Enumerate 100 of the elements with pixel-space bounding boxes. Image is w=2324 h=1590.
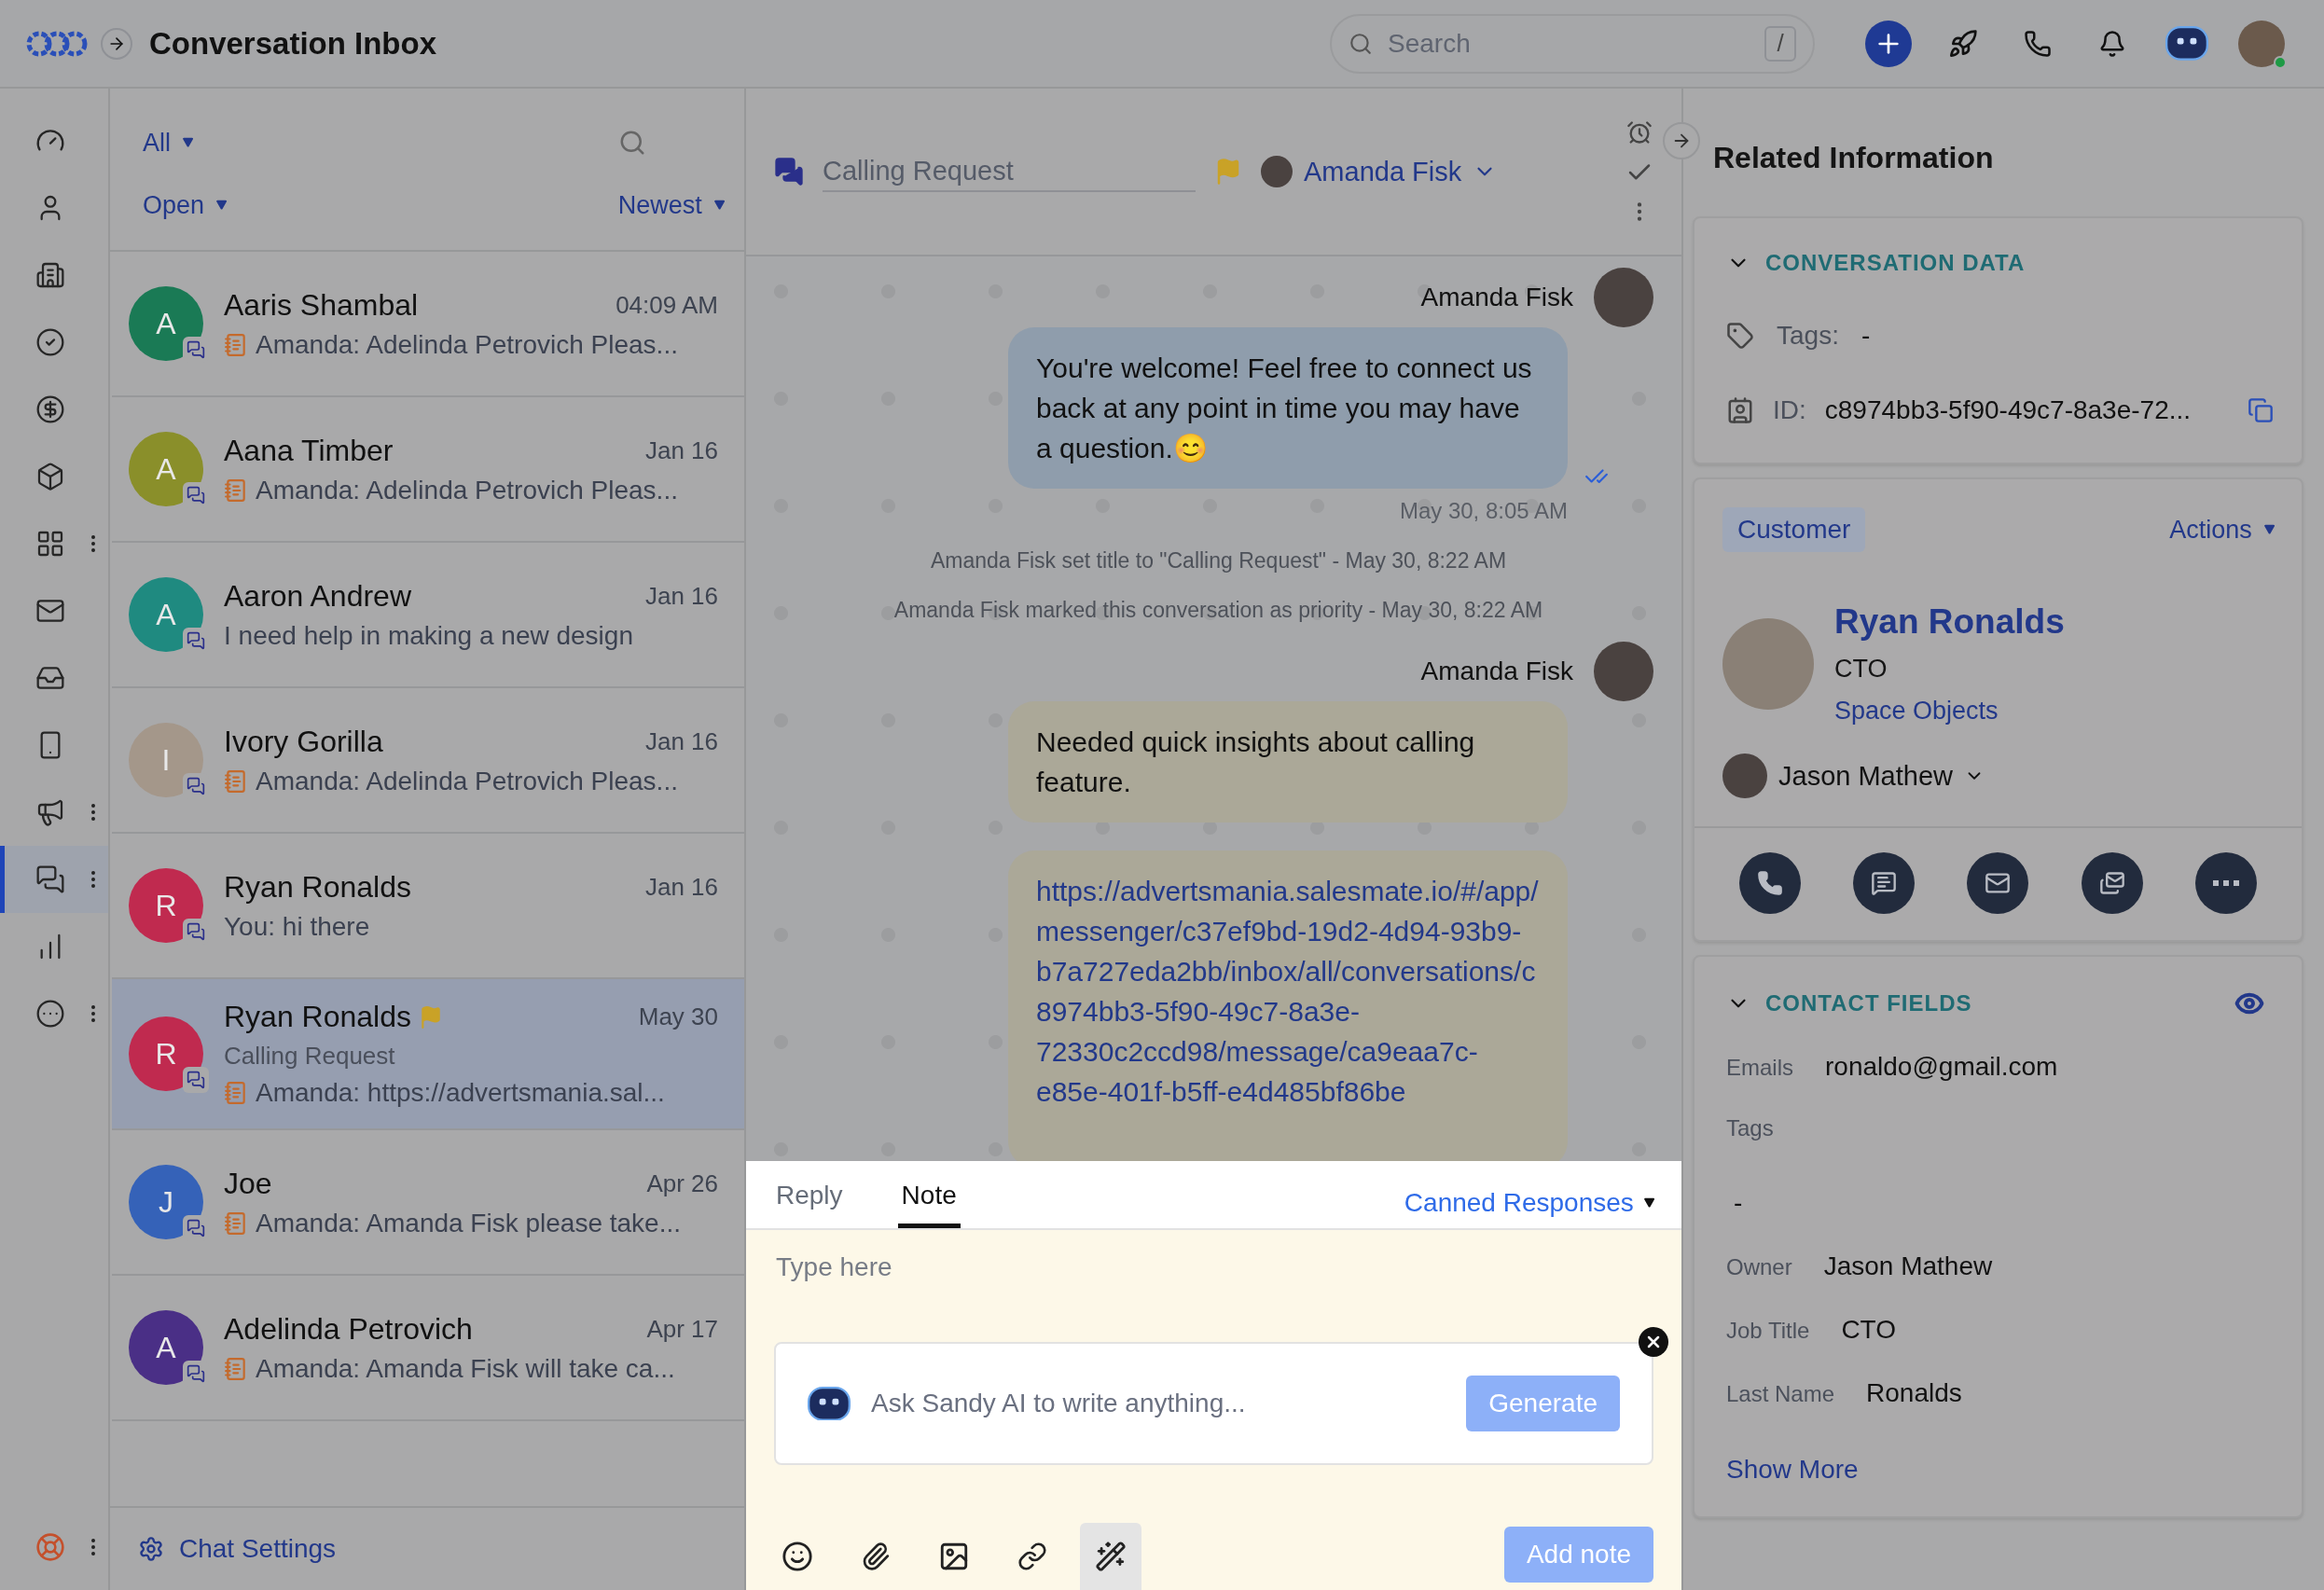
copy-icon[interactable] (2248, 397, 2274, 423)
robot-icon (2165, 26, 2208, 61)
conversation-item[interactable]: R Ryan Ronalds May 30 Calling Request Amanda: https://advertsmania.sal... (112, 979, 744, 1130)
smiley-icon (782, 1541, 813, 1572)
conversation-subject: Calling Request (224, 1042, 396, 1071)
assignee-dropdown[interactable]: Amanda Fisk (1261, 156, 1498, 187)
compose-box[interactable]: Reply Note Canned Responses Type here Ask Sandy AI to write anything... Generate Add note (746, 1161, 1681, 1590)
section-header[interactable]: CONTACT FIELDS (1726, 990, 1972, 1016)
online-status-icon (2274, 55, 2287, 69)
timestamp: 04:09 AM (616, 290, 718, 320)
contact-name: Ryan Ronalds (224, 869, 411, 905)
message-preview: Amanda: Adelinda Petrovich Pleas... (256, 475, 678, 505)
field-label: Job Title (1726, 1318, 1810, 1344)
field-value: ronaldo@gmail.com (1825, 1052, 2058, 1082)
contact-name: Joe (224, 1166, 272, 1201)
contact-name: Ivory Gorilla (224, 724, 383, 759)
contact-name: Aaris Shambal (224, 287, 419, 323)
caret-icon (712, 199, 726, 212)
expand-button[interactable] (101, 27, 132, 60)
snooze-icon[interactable] (1626, 119, 1653, 145)
message-time: May 30, 8:05 AM (1398, 498, 1568, 524)
timestamp: Jan 16 (644, 726, 718, 756)
contact-name: Aana Timber (224, 433, 394, 468)
compose-tab[interactable]: Reply (772, 1181, 847, 1228)
page-title: Conversation Inbox (149, 25, 437, 62)
nav-item-selected[interactable] (0, 846, 108, 913)
title-field[interactable]: Calling Request (823, 151, 1196, 192)
field-value: CTO (1841, 1315, 1896, 1345)
field-label: Tags (1726, 1115, 1774, 1141)
field-label: Tags: (1777, 321, 1839, 351)
contact-name: Adelinda Petrovich (224, 1311, 473, 1347)
field-label: ID: (1773, 395, 1806, 425)
message-preview: Amanda: https://advertsmania.sal... (256, 1078, 665, 1108)
message-preview: Amanda: Amanda Fisk will take ca... (256, 1353, 675, 1384)
settings-icon[interactable] (138, 1536, 164, 1562)
timestamp: Jan 16 (644, 436, 718, 465)
message-preview: Amanda: Adelinda Petrovich Pleas... (256, 329, 678, 360)
rocket-icon (1948, 28, 1978, 59)
profile-avatar[interactable] (2238, 20, 2285, 67)
building-icon[interactable] (35, 260, 65, 290)
more-circle-icon[interactable] (35, 999, 65, 1029)
assignee-avatar (1261, 156, 1293, 187)
sparkle-pen-icon (1095, 1541, 1127, 1572)
reply-bubble: You're welcome! Feel free to connect us back at any point in time you may have a question.😊 (1008, 327, 1568, 489)
cube-icon[interactable] (35, 462, 65, 491)
sender-name: Amanda Fisk (1420, 657, 1573, 686)
id-card-icon (1726, 396, 1754, 424)
field-value: Jason Mathew (1823, 1251, 1993, 1281)
shortcut-key: / (1764, 25, 1796, 62)
message-preview: Amanda: Adelinda Petrovich Pleas... (256, 766, 678, 796)
phone-icon (2024, 29, 2052, 58)
megaphone-icon[interactable] (35, 797, 65, 827)
image-icon (938, 1541, 970, 1572)
show-more-link[interactable]: Show More (1726, 1455, 1859, 1485)
timestamp: Jan 16 (644, 872, 718, 902)
actions-dropdown[interactable]: Actions (2169, 515, 2276, 545)
job-title: CTO (1834, 655, 1888, 684)
customer-tag: Customer (1722, 507, 1866, 552)
status-dropdown[interactable]: Open (143, 190, 228, 220)
field-label: Last Name (1726, 1381, 1835, 1407)
tag-icon (1726, 322, 1754, 350)
timestamp: May 30 (638, 1002, 718, 1031)
section-header[interactable]: CONVERSATION DATA (1726, 250, 2274, 276)
activity-text: Amanda Fisk set title to "Calling Request" - May 30, 8:22 AM (929, 548, 1508, 574)
note-bubble: Needed quick insights about calling feature. (1008, 701, 1568, 823)
timestamp: Jan 16 (644, 581, 718, 611)
chat-bubbles-icon[interactable] (35, 864, 65, 894)
caret-icon (182, 136, 195, 149)
field-value: Ronalds (1866, 1378, 1962, 1408)
field-value: - (1734, 1188, 1743, 1218)
logo-icon (26, 29, 88, 58)
contact-name: Ryan Ronalds (224, 1000, 411, 1034)
owner-avatar (1722, 754, 1767, 798)
activity-text: Amanda Fisk marked this conversation as priority - May 30, 8:22 AM (892, 598, 1544, 623)
timestamp: Apr 26 (646, 1168, 718, 1198)
caret-icon (1642, 1196, 1655, 1210)
chat-settings-link[interactable]: Chat Settings (179, 1534, 337, 1564)
filter-dropdown[interactable]: All (143, 128, 195, 158)
sort-dropdown[interactable]: Newest (617, 190, 726, 220)
ellipsis-icon (2212, 880, 2239, 886)
search-input[interactable]: Search (1386, 27, 1751, 60)
canned-responses-dropdown[interactable]: Canned Responses (1404, 1188, 1655, 1218)
caret-icon (215, 199, 228, 212)
grid-icon[interactable] (35, 529, 65, 559)
message-preview: You: hi there (224, 911, 370, 942)
robot-icon (808, 1386, 851, 1421)
message-link[interactable]: https://advertsmania.salesmate.io/#/app/messenger/c37ef9bd-19d2-4d94-93b9-b7a727eda2bb/inbox/all/conversations/c8974bb3-5f90-49c7-8a3e-72330c2ccd98/message/ca9eaa7c-e85e-401f-b5ff-e4d485bf86be (1036, 871, 1540, 1112)
message-preview: I need help in making a new design (224, 620, 633, 651)
mails-icon (2098, 870, 2125, 896)
ai-write-button[interactable] (1080, 1523, 1141, 1590)
search-icon (1349, 31, 1373, 56)
dollar-icon[interactable] (35, 394, 65, 424)
message-icon (1871, 870, 1898, 896)
company-link[interactable]: Space Objects (1834, 697, 2065, 726)
field-label: Emails (1726, 1055, 1793, 1081)
check-circle-icon[interactable] (35, 327, 65, 357)
contact-name[interactable]: Ryan Ronalds (1834, 602, 2065, 642)
search-field[interactable]: Search / (1330, 13, 1815, 74)
owner-dropdown[interactable]: Jason Mathew (1722, 754, 2276, 798)
add-button[interactable] (1865, 20, 1912, 67)
